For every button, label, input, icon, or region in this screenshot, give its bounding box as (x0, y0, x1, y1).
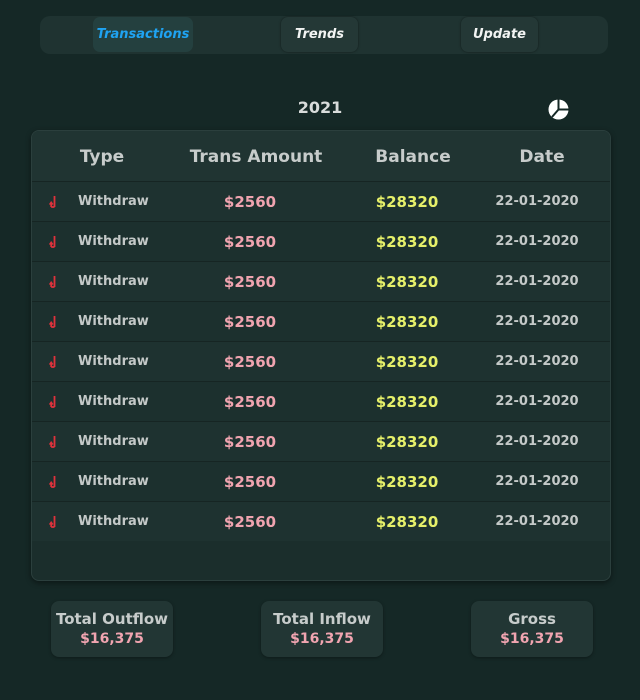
cell-amount: $2560 (223, 313, 277, 331)
withdraw-arrow-icon (48, 502, 60, 542)
column-header-balance: Balance (375, 147, 451, 167)
table-header: Type Trans Amount Balance Date (32, 131, 610, 181)
cell-amount: $2560 (223, 353, 277, 371)
cell-balance: $28320 (375, 473, 439, 491)
cell-date: 22-01-2020 (495, 234, 579, 249)
table-body: Withdraw $2560 $28320 22-01-2020 Withdra… (32, 181, 610, 541)
cell-date: 22-01-2020 (495, 514, 579, 529)
withdraw-arrow-icon (48, 182, 60, 222)
withdraw-arrow-icon (48, 382, 60, 422)
cell-amount: $2560 (223, 473, 277, 491)
cell-type: Withdraw (78, 474, 149, 489)
cell-type: Withdraw (78, 514, 149, 529)
table-row[interactable]: Withdraw $2560 $28320 22-01-2020 (32, 461, 610, 501)
cell-date: 22-01-2020 (495, 354, 579, 369)
cell-balance: $28320 (375, 313, 439, 331)
gross-label: Gross (508, 610, 556, 628)
cell-type: Withdraw (78, 194, 149, 209)
withdraw-arrow-icon (48, 342, 60, 382)
cell-date: 22-01-2020 (495, 194, 579, 209)
table-row[interactable]: Withdraw $2560 $28320 22-01-2020 (32, 501, 610, 541)
total-inflow-value: $16,375 (290, 631, 354, 647)
gross-value: $16,375 (500, 631, 564, 647)
cell-date: 22-01-2020 (495, 314, 579, 329)
table-row[interactable]: Withdraw $2560 $28320 22-01-2020 (32, 341, 610, 381)
cell-type: Withdraw (78, 274, 149, 289)
cell-type: Withdraw (78, 234, 149, 249)
cell-balance: $28320 (375, 353, 439, 371)
cell-amount: $2560 (223, 393, 277, 411)
withdraw-arrow-icon (48, 222, 60, 262)
cell-type: Withdraw (78, 314, 149, 329)
table-row[interactable]: Withdraw $2560 $28320 22-01-2020 (32, 301, 610, 341)
cell-amount: $2560 (223, 193, 277, 211)
table-row[interactable]: Withdraw $2560 $28320 22-01-2020 (32, 221, 610, 261)
cell-amount: $2560 (223, 273, 277, 291)
withdraw-arrow-icon (48, 422, 60, 462)
pie-chart-icon[interactable] (548, 99, 569, 120)
withdraw-arrow-icon (48, 462, 60, 502)
table-row[interactable]: Withdraw $2560 $28320 22-01-2020 (32, 381, 610, 421)
cell-balance: $28320 (375, 513, 439, 531)
tab-trends[interactable]: Trends (281, 17, 358, 52)
transactions-table: Type Trans Amount Balance Date Withdraw … (31, 130, 611, 581)
cell-balance: $28320 (375, 393, 439, 411)
cell-date: 22-01-2020 (495, 434, 579, 449)
cell-balance: $28320 (375, 273, 439, 291)
total-outflow-label: Total Outflow (55, 610, 169, 628)
table-row[interactable]: Withdraw $2560 $28320 22-01-2020 (32, 421, 610, 461)
cell-date: 22-01-2020 (495, 474, 579, 489)
tab-bar: Transactions Trends Update (40, 16, 608, 54)
column-header-type: Type (79, 147, 125, 167)
withdraw-arrow-icon (48, 302, 60, 342)
cell-balance: $28320 (375, 193, 439, 211)
total-inflow-label: Total Inflow (273, 610, 371, 628)
tab-transactions[interactable]: Transactions (93, 17, 193, 52)
column-header-amount: Trans Amount (189, 147, 323, 167)
cell-amount: $2560 (223, 513, 277, 531)
cell-type: Withdraw (78, 394, 149, 409)
cell-balance: $28320 (375, 433, 439, 451)
cell-date: 22-01-2020 (495, 394, 579, 409)
year-title: 2021 (297, 98, 343, 117)
cell-amount: $2560 (223, 433, 277, 451)
cell-type: Withdraw (78, 434, 149, 449)
cell-balance: $28320 (375, 233, 439, 251)
column-header-date: Date (519, 147, 565, 167)
total-outflow-value: $16,375 (80, 631, 144, 647)
cell-type: Withdraw (78, 354, 149, 369)
tab-update[interactable]: Update (461, 17, 538, 52)
cell-amount: $2560 (223, 233, 277, 251)
cell-date: 22-01-2020 (495, 274, 579, 289)
table-row[interactable]: Withdraw $2560 $28320 22-01-2020 (32, 261, 610, 301)
total-inflow-card: Total Inflow $16,375 (261, 601, 383, 657)
withdraw-arrow-icon (48, 262, 60, 302)
gross-card: Gross $16,375 (471, 601, 593, 657)
table-row[interactable]: Withdraw $2560 $28320 22-01-2020 (32, 181, 610, 221)
total-outflow-card: Total Outflow $16,375 (51, 601, 173, 657)
